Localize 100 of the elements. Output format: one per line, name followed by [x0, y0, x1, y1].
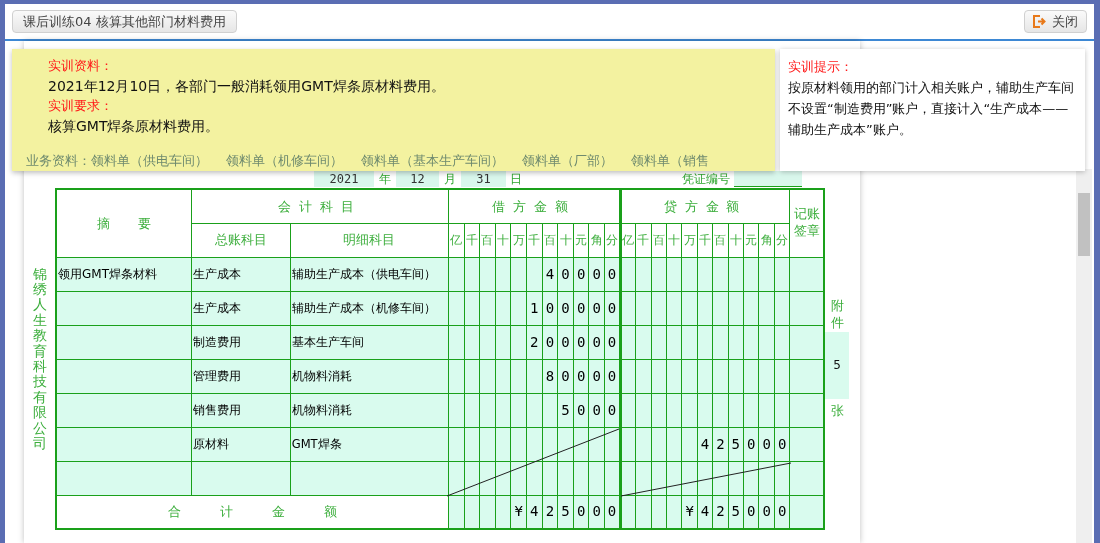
unit-header: 万 — [512, 233, 525, 247]
unit-header: 百 — [543, 233, 556, 247]
column-header: 记账签章 — [793, 206, 820, 241]
column-header: 贷方金额 — [663, 198, 748, 214]
debit-digit: 0 — [592, 401, 601, 418]
debit-digit: 0 — [607, 401, 617, 418]
column-header: 明细科目 — [343, 232, 396, 248]
exit-icon — [1033, 15, 1046, 28]
detail-cell: 机物料消耗 — [291, 402, 352, 417]
debit-digit: 0 — [592, 265, 601, 282]
debit-total-digit: ¥ — [514, 503, 523, 520]
business-label: 业务资料： — [26, 151, 91, 170]
account-cell: 生产成本 — [192, 267, 241, 281]
unit-header: 十 — [559, 233, 572, 247]
debit-digit: 5 — [561, 401, 570, 418]
year-label: 年 — [379, 171, 391, 187]
debit-digit: 0 — [561, 333, 570, 350]
debit-total-digit: 4 — [530, 503, 539, 520]
debit-total-digit: 0 — [576, 503, 586, 520]
close-button[interactable]: 关闭 — [1024, 10, 1087, 33]
attachment-label: 张 — [830, 401, 844, 420]
account-cell: 生产成本 — [192, 301, 241, 315]
debit-digit: 0 — [607, 265, 617, 282]
column-header: 会计科目 — [278, 198, 362, 214]
summary-cell: 领用GMT焊条材料 — [58, 267, 157, 281]
credit-total-digit: 0 — [747, 503, 756, 520]
unit-header: 百 — [652, 233, 665, 247]
unit-header: 十 — [497, 233, 510, 247]
unit-header: 亿 — [622, 233, 635, 247]
credit-total-digit: ¥ — [685, 503, 694, 520]
debit-digit: 0 — [561, 265, 570, 282]
document-link[interactable]: 领料单（机修车间） — [226, 150, 343, 170]
requirement-text: 核算GMT焊条原材料费用。 — [48, 117, 221, 136]
debit-digit: 0 — [592, 299, 601, 316]
unit-header: 百 — [714, 233, 727, 247]
column-header: 借方金额 — [492, 198, 576, 214]
section-heading: 实训提示： — [788, 58, 854, 76]
voucher-number-label: 凭证编号 — [682, 171, 730, 187]
debit-digit: 1 — [530, 299, 539, 316]
credit-total-digit: 5 — [731, 503, 741, 520]
debit-digit: 0 — [545, 299, 555, 316]
unit-header: 万 — [683, 233, 696, 247]
credit-total-digit: 0 — [762, 503, 771, 520]
day-label: 日 — [510, 171, 522, 187]
unit-header: 千 — [637, 233, 650, 247]
account-cell: 制造费用 — [192, 335, 241, 349]
detail-cell: 基本生产车间 — [291, 334, 364, 349]
hint-text: 按原材料领用的部门计入相关账户，辅助生产车间不设置“制造费用”账户，直接计入“生产成本——辅助生产成本”账户。 — [788, 79, 1075, 139]
debit-digit: 0 — [607, 333, 617, 350]
account-cell: 原材料 — [192, 437, 229, 451]
attachment-label: 附件 — [830, 298, 844, 332]
credit-total-digit: 2 — [716, 503, 725, 520]
credit-digit: 2 — [716, 435, 725, 452]
debit-digit: 0 — [561, 299, 570, 316]
debit-digit: 0 — [592, 333, 601, 350]
debit-digit: 4 — [545, 265, 555, 282]
debit-digit: 0 — [576, 265, 586, 282]
unit-header: 千 — [465, 233, 478, 247]
document-link[interactable]: 领料单（供电车间） — [91, 150, 208, 170]
credit-digit: 0 — [747, 435, 756, 452]
window-title-tab[interactable]: 课后训练04 核算其他部门材料费用 — [12, 10, 237, 33]
debit-digit: 0 — [576, 401, 586, 418]
company-name: 锦绣人生教育科技有限公司 — [32, 266, 47, 452]
total-label: 合计金额 — [166, 504, 376, 519]
document-link[interactable]: 领料单（基本生产车间） — [361, 150, 504, 170]
document-link[interactable]: 领料单（厂部） — [522, 150, 613, 170]
debit-total-digit: 2 — [545, 503, 555, 520]
debit-total-digit: 5 — [561, 503, 570, 520]
debit-digit: 0 — [576, 299, 586, 316]
year-field: 2021 — [314, 171, 374, 187]
unit-header: 百 — [481, 233, 494, 247]
attachment-count-field: 5 — [825, 331, 849, 399]
section-heading: 实训资料： — [48, 57, 114, 75]
debit-digit: 0 — [561, 367, 570, 384]
debit-total-digit: 0 — [592, 503, 601, 520]
account-cell: 销售费用 — [192, 403, 241, 417]
scrollbar[interactable] — [1076, 169, 1092, 543]
credit-total-digit: 4 — [700, 503, 710, 520]
unit-header: 角 — [760, 233, 773, 247]
debit-digit: 0 — [576, 333, 586, 350]
detail-cell: 机物料消耗 — [291, 368, 352, 383]
credit-digit: 0 — [777, 435, 787, 452]
debit-digit: 2 — [530, 333, 539, 350]
detail-cell: 辅助生产成本（机修车间） — [291, 300, 436, 315]
credit-total-digit: 0 — [777, 503, 787, 520]
unit-header: 角 — [590, 233, 603, 247]
unit-header: 分 — [605, 233, 618, 247]
unit-header: 十 — [668, 233, 681, 247]
detail-cell: 辅助生产成本（供电车间） — [291, 266, 436, 281]
document-link[interactable]: 领料单（销售 — [631, 150, 709, 170]
debit-digit: 0 — [607, 299, 617, 316]
column-header: 摘要 — [95, 215, 180, 231]
unit-header: 元 — [575, 233, 588, 247]
unit-header: 亿 — [450, 233, 463, 247]
detail-cell: GMT焊条 — [291, 436, 342, 451]
month-field: 12 — [396, 171, 439, 187]
month-label: 月 — [444, 171, 456, 187]
account-cell: 管理费用 — [192, 369, 241, 383]
material-text: 2021年12月10日，各部门一般消耗领用GMT焊条原材料费用。 — [48, 77, 446, 96]
debit-digit: 0 — [592, 367, 601, 384]
